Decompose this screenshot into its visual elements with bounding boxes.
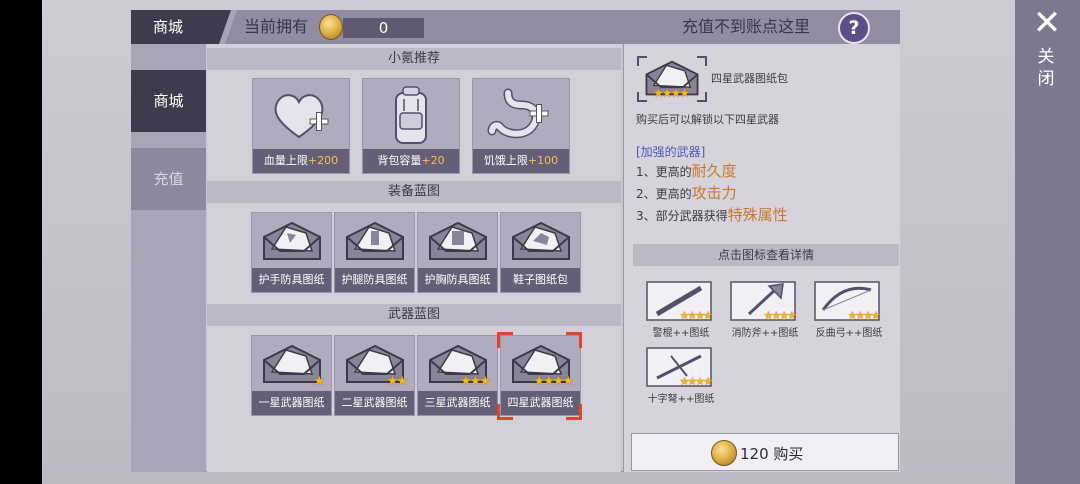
equipment-item-label: 鞋子图纸包 bbox=[501, 268, 580, 292]
weapon-item-label: 一星武器图纸 bbox=[252, 391, 331, 415]
equipment-item-gloves[interactable]: 护手防具图纸 bbox=[251, 212, 332, 293]
buy-button-label[interactable]: 120 购买 bbox=[740, 443, 803, 464]
recommend-item-hunger[interactable]: 饥饿上限+100 bbox=[472, 78, 570, 174]
weapon-item-3star[interactable]: ★★★ 三星武器图纸 bbox=[417, 335, 498, 416]
blueprint-box-icon bbox=[262, 221, 321, 260]
sidebar-item-recharge[interactable]: 充值 bbox=[131, 148, 206, 210]
star-rating: ★★★★ bbox=[763, 309, 797, 322]
equipment-item-leggings[interactable]: 护腿防具图纸 bbox=[334, 212, 415, 293]
equipment-item-label: 护手防具图纸 bbox=[252, 268, 331, 292]
recommend-item-label: 饥饿上限+100 bbox=[473, 149, 569, 173]
detail-item-icon: ★★★★ bbox=[637, 56, 707, 102]
star-rating: ★★★★ bbox=[679, 309, 713, 322]
blueprint-box-icon bbox=[511, 221, 570, 260]
section-header-recommend: 小氪推荐 bbox=[207, 48, 621, 70]
weapon-blueprint-recurve-bow[interactable]: ★★★★ 反曲弓++图纸 bbox=[813, 280, 885, 339]
weapon-item-2star[interactable]: ★★ 二星武器图纸 bbox=[334, 335, 415, 416]
bonus-title: [加强的武器] bbox=[636, 145, 706, 159]
equipment-item-label: 护胸防具图纸 bbox=[418, 268, 497, 292]
detail-description: 购买后可以解锁以下四星武器 bbox=[636, 113, 779, 126]
bonus-line: 3、部分武器获得特殊属性 bbox=[636, 206, 788, 224]
equipment-item-shoes[interactable]: 鞋子图纸包 bbox=[500, 212, 581, 293]
equipment-item-chest[interactable]: 护胸防具图纸 bbox=[417, 212, 498, 293]
close-icon[interactable]: ✕ bbox=[1030, 6, 1064, 40]
coin-icon bbox=[319, 14, 343, 40]
detail-star-rating: ★★★★ bbox=[653, 86, 690, 100]
shop-title: 商城 bbox=[131, 10, 235, 44]
close-label[interactable]: 关闭 bbox=[1034, 46, 1058, 90]
detail-list-header: 点击图标查看详情 bbox=[633, 244, 899, 266]
coin-icon bbox=[711, 440, 737, 466]
detail-item-name: 四星武器图纸包 bbox=[711, 72, 788, 85]
weapon-blueprint-crossbow[interactable]: ★★★★ 十字弩++图纸 bbox=[645, 346, 717, 405]
recharge-issue-link[interactable]: 充值不到账点这里 bbox=[682, 10, 810, 44]
sidebar-item-shop[interactable]: 商城 bbox=[131, 70, 206, 132]
blueprint-box-icon bbox=[345, 221, 404, 260]
weapon-blueprint-fire-axe[interactable]: ★★★★ 消防斧++图纸 bbox=[729, 280, 801, 339]
left-black-bar bbox=[0, 0, 42, 484]
star-rating: ★★★★ bbox=[533, 374, 574, 389]
weapon-item-label: 四星武器图纸 bbox=[501, 391, 580, 415]
equipment-item-label: 护腿防具图纸 bbox=[335, 268, 414, 292]
backpack-plus-icon bbox=[395, 86, 427, 144]
weapon-blueprint-label: 警棍++图纸 bbox=[652, 328, 710, 339]
star-rating: ★★★★ bbox=[847, 309, 881, 322]
weapon-item-label: 三星武器图纸 bbox=[418, 391, 497, 415]
weapon-blueprint-baton[interactable]: ★★★★ 警棍++图纸 bbox=[645, 280, 717, 339]
star-rating: ★ bbox=[313, 374, 325, 389]
bonus-line: 1、更高的耐久度 bbox=[636, 162, 737, 180]
weapon-blueprint-label: 反曲弓++图纸 bbox=[815, 328, 883, 339]
star-rating: ★★★ bbox=[460, 374, 491, 389]
bonus-line: 2、更高的攻击力 bbox=[636, 184, 737, 202]
help-button[interactable]: ? bbox=[838, 12, 870, 44]
recommend-item-hp[interactable]: 血量上限+200 bbox=[252, 78, 350, 174]
currency-owned-label: 当前拥有 bbox=[244, 17, 309, 36]
star-rating: ★★★★ bbox=[679, 375, 713, 388]
currency-owned-value: 0 bbox=[343, 18, 424, 38]
weapon-blueprint-label: 十字弩++图纸 bbox=[647, 394, 715, 405]
heart-plus-icon bbox=[274, 94, 329, 139]
recommend-item-label: 背包容量+20 bbox=[363, 149, 459, 173]
recommend-item-backpack[interactable]: 背包容量+20 bbox=[362, 78, 460, 174]
weapon-item-4star[interactable]: ★★★★ 四星武器图纸 bbox=[500, 335, 581, 416]
weapon-item-1star[interactable]: ★ 一星武器图纸 bbox=[251, 335, 332, 416]
stomach-plus-icon bbox=[487, 88, 549, 139]
recommend-item-label: 血量上限+200 bbox=[253, 149, 349, 173]
blueprint-box-icon bbox=[428, 221, 487, 260]
weapon-blueprint-label: 消防斧++图纸 bbox=[731, 328, 799, 339]
section-header-equipment: 装备蓝图 bbox=[207, 181, 621, 203]
star-rating: ★★ bbox=[386, 374, 408, 389]
section-header-weapons: 武器蓝图 bbox=[207, 304, 621, 326]
weapon-item-label: 二星武器图纸 bbox=[335, 391, 414, 415]
